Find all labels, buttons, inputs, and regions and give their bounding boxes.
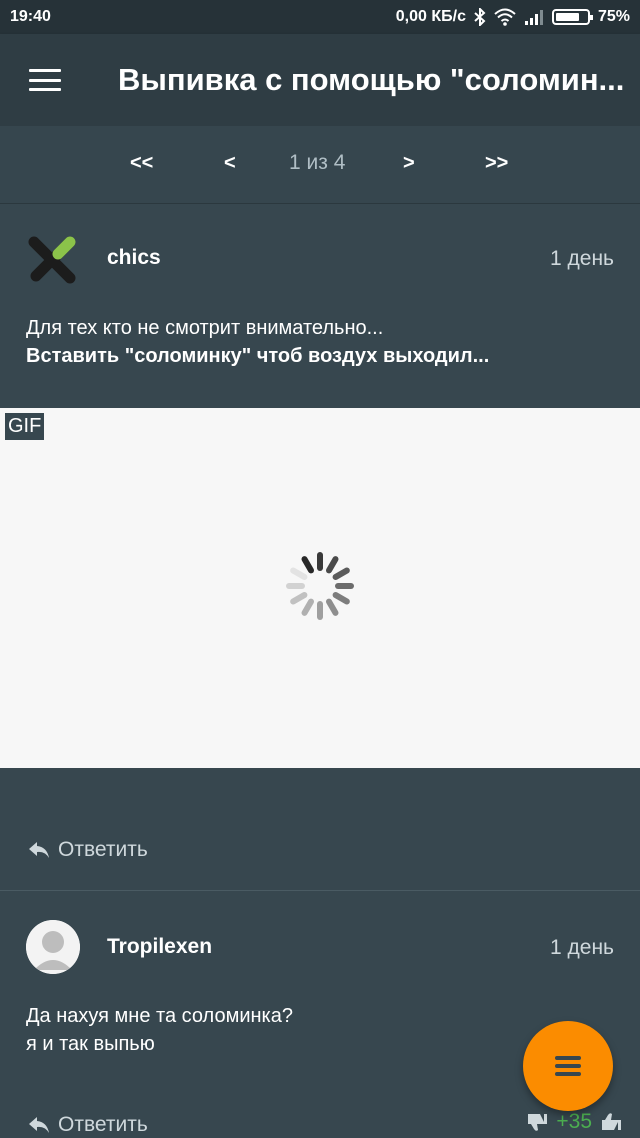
hamburger-menu-icon[interactable] (0, 34, 90, 126)
first-page-button[interactable]: << (130, 152, 153, 175)
divider (0, 890, 640, 891)
status-right: 0,00 КБ/с 75% (396, 8, 630, 26)
loading-spinner-icon (286, 552, 354, 620)
vote-controls: +35 (526, 1110, 622, 1134)
app-bar: Выпивка с помощью "соломин... (0, 34, 640, 126)
status-bar: 19:40 0,00 КБ/с 75% (0, 0, 640, 34)
comment-text: Да нахуя мне та соломинка? я и так выпью (26, 1002, 293, 1058)
comment-text-line: я и так выпью (26, 1033, 155, 1055)
comment-text-line: Да нахуя мне та соломинка? (26, 1005, 293, 1027)
thumbs-up-icon[interactable] (600, 1111, 622, 1133)
post-author[interactable]: chics (107, 246, 161, 270)
last-page-button[interactable]: >> (485, 152, 508, 175)
fab-menu-button[interactable] (523, 1021, 613, 1111)
comment-score: +35 (556, 1110, 592, 1133)
post-text: Для тех кто не смотрит внимательно... Вс… (26, 314, 489, 370)
thumbs-down-icon[interactable] (526, 1111, 548, 1133)
comment-reply-button[interactable]: Ответить (28, 1113, 148, 1137)
battery-icon (551, 9, 593, 25)
post-age: 1 день (550, 247, 614, 270)
page-indicator: 1 из 4 (289, 151, 346, 174)
status-time: 19:40 (10, 8, 51, 25)
commenter-avatar[interactable] (26, 920, 80, 974)
comment-age: 1 день (550, 936, 614, 959)
wifi-icon (494, 8, 516, 26)
reply-label: Ответить (58, 838, 148, 861)
bluetooth-icon (474, 8, 486, 26)
signal-icon (524, 9, 544, 25)
author-avatar[interactable] (26, 232, 80, 286)
reply-label: Ответить (58, 1113, 148, 1136)
network-speed: 0,00 КБ/с (395, 8, 466, 25)
comment-author[interactable]: Tropilexen (107, 935, 212, 959)
battery-percent: 75% (597, 8, 630, 25)
reply-icon (29, 842, 49, 858)
reply-button[interactable]: Ответить (28, 838, 148, 862)
menu-lines-icon (555, 1056, 581, 1076)
pagination: << < 1 из 4 > >> (0, 126, 640, 204)
gif-badge: GIF (5, 413, 45, 440)
post-text-line: Для тех кто не смотрит внимательно... (26, 317, 384, 339)
reply-icon (29, 1117, 49, 1133)
post-text-bold-line: Вставить "соломинку" чтоб воздух выходил… (26, 345, 490, 367)
page-title: Выпивка с помощью "соломин... (118, 62, 625, 97)
next-page-button[interactable]: > (403, 152, 415, 175)
prev-page-button[interactable]: < (224, 152, 236, 175)
